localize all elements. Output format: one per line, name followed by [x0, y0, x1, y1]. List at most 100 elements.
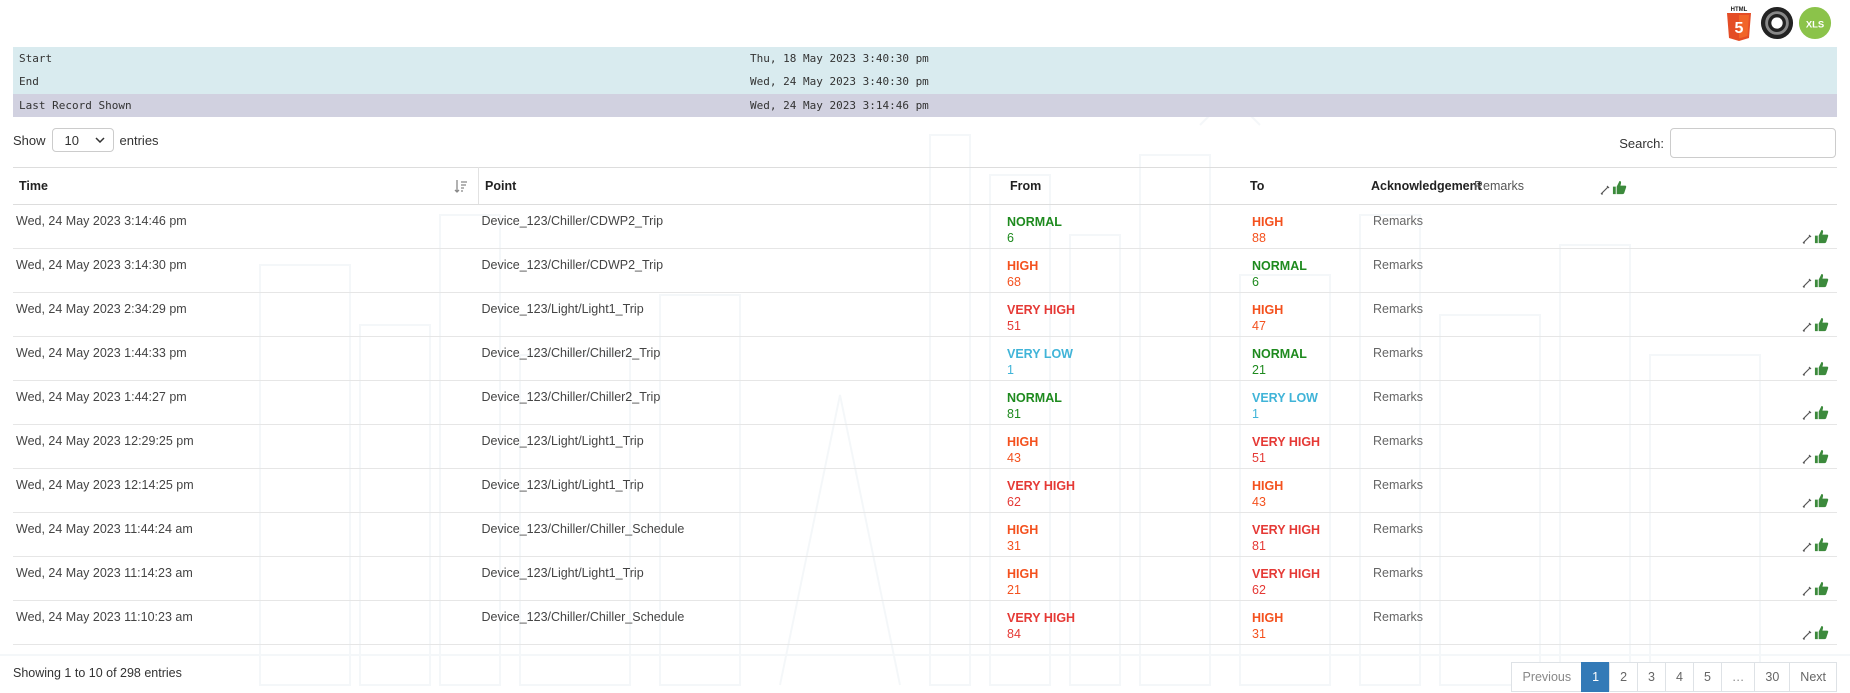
edit-icon[interactable]: [1600, 185, 1610, 195]
point-cell: Device_123/Light/Light1_Trip: [478, 424, 1004, 469]
to-value: 88: [1252, 231, 1266, 245]
row-ack-actions: [1802, 405, 1829, 420]
to-level: VERY HIGH: [1252, 435, 1321, 449]
table-header-row: Time Point From To Acknowledgement Remar…: [13, 167, 1837, 205]
to-level: HIGH: [1252, 479, 1284, 493]
thumbs-up-icon[interactable]: [1814, 449, 1829, 464]
to-cell: NORMAL 6: [1244, 248, 1365, 293]
remarks-text: Remarks: [1373, 258, 1424, 272]
to-cell: HIGH 31: [1244, 600, 1365, 645]
edit-icon[interactable]: [1802, 542, 1812, 552]
acknowledgement-cell: Remarks: [1365, 336, 1837, 381]
to-level: NORMAL: [1252, 259, 1307, 273]
acknowledgement-cell: Remarks: [1365, 600, 1837, 645]
edit-icon[interactable]: [1802, 498, 1812, 508]
to-level: VERY HIGH: [1252, 567, 1321, 581]
row-ack-actions: [1802, 273, 1829, 288]
from-cell: HIGH 43: [1004, 424, 1244, 469]
edit-icon[interactable]: [1802, 630, 1812, 640]
edit-icon[interactable]: [1802, 234, 1812, 244]
search-input[interactable]: [1670, 128, 1836, 158]
start-value: Thu, 18 May 2023 3:40:30 pm: [744, 47, 1837, 71]
from-level: NORMAL: [1007, 215, 1062, 229]
point-column-header[interactable]: Point: [478, 167, 1004, 205]
from-level: HIGH: [1007, 523, 1039, 537]
from-cell: VERY HIGH 84: [1004, 600, 1244, 645]
to-value: 6: [1252, 275, 1259, 289]
to-level: HIGH: [1252, 303, 1284, 317]
thumbs-up-icon[interactable]: [1814, 405, 1829, 420]
acknowledgement-cell: Remarks: [1365, 380, 1837, 425]
json-export-button[interactable]: [1760, 4, 1794, 42]
from-header-label: From: [1010, 179, 1042, 193]
from-column-header[interactable]: From: [1004, 167, 1244, 205]
edit-icon[interactable]: [1802, 454, 1812, 464]
time-cell: Wed, 24 May 2023 2:34:29 pm: [13, 292, 479, 337]
thumbs-up-icon[interactable]: [1814, 317, 1829, 332]
table-info: Showing 1 to 10 of 298 entries: [13, 666, 182, 680]
row-ack-actions: [1802, 625, 1829, 640]
from-cell: HIGH 68: [1004, 248, 1244, 293]
table-row: Wed, 24 May 2023 1:44:33 pm Device_123/C…: [13, 336, 1837, 381]
from-level: NORMAL: [1007, 391, 1062, 405]
edit-icon[interactable]: [1802, 586, 1812, 596]
to-column-header[interactable]: To: [1244, 167, 1365, 205]
remarks-text: Remarks: [1373, 566, 1424, 580]
edit-icon[interactable]: [1802, 366, 1812, 376]
table-row: Wed, 24 May 2023 12:29:25 pm Device_123/…: [13, 424, 1837, 469]
to-value: 51: [1252, 451, 1266, 465]
time-cell: Wed, 24 May 2023 1:44:33 pm: [13, 336, 479, 381]
time-cell: Wed, 24 May 2023 1:44:27 pm: [13, 380, 479, 425]
edit-icon[interactable]: [1802, 278, 1812, 288]
point-cell: Device_123/Chiller/CDWP2_Trip: [478, 204, 1004, 249]
point-cell: Device_123/Chiller/Chiller_Schedule: [478, 600, 1004, 645]
thumbs-up-icon[interactable]: [1612, 180, 1627, 195]
show-label: Show: [13, 132, 46, 148]
page-button[interactable]: 2: [1609, 662, 1639, 692]
page-button[interactable]: 3: [1637, 662, 1666, 692]
from-value: 6: [1007, 231, 1014, 245]
edit-icon[interactable]: [1802, 322, 1812, 332]
remarks-text: Remarks: [1373, 478, 1424, 492]
page-button[interactable]: 4: [1664, 662, 1694, 692]
thumbs-up-icon[interactable]: [1814, 625, 1829, 640]
time-column-header[interactable]: Time: [13, 167, 479, 205]
from-cell: HIGH 31: [1004, 512, 1244, 557]
thumbs-up-icon[interactable]: [1814, 537, 1829, 552]
acknowledgement-column-header[interactable]: Acknowledgement Remarks: [1365, 167, 1837, 205]
acknowledgement-cell: Remarks: [1365, 468, 1837, 513]
next-page-button[interactable]: Next: [1789, 662, 1837, 692]
edit-icon[interactable]: [1802, 410, 1812, 420]
to-value: 81: [1252, 539, 1266, 553]
export-toolbar: HTML 5 XLS: [1722, 4, 1832, 42]
report-range-info: Start Thu, 18 May 2023 3:40:30 pm End We…: [13, 47, 1837, 117]
sort-desc-icon: [454, 180, 467, 193]
json-icon: [1760, 6, 1794, 40]
page-button[interactable]: 1: [1581, 662, 1611, 692]
thumbs-up-icon[interactable]: [1814, 493, 1829, 508]
alarm-history-table: Time Point From To Acknowledgement Remar…: [13, 167, 1837, 645]
from-cell: VERY HIGH 62: [1004, 468, 1244, 513]
ack-header-label: Acknowledgement: [1371, 179, 1482, 193]
end-row: End Wed, 24 May 2023 3:40:30 pm: [13, 70, 1837, 94]
previous-page-button[interactable]: Previous: [1511, 662, 1583, 692]
thumbs-up-icon[interactable]: [1814, 581, 1829, 596]
time-cell: Wed, 24 May 2023 11:10:23 am: [13, 600, 479, 645]
xls-export-button[interactable]: XLS: [1798, 4, 1832, 42]
thumbs-up-icon[interactable]: [1814, 273, 1829, 288]
html5-export-button[interactable]: HTML 5: [1722, 4, 1756, 42]
thumbs-up-icon[interactable]: [1814, 361, 1829, 376]
entries-select[interactable]: 10: [51, 128, 114, 152]
to-cell: HIGH 88: [1244, 204, 1365, 249]
page-button[interactable]: 5: [1692, 662, 1722, 692]
thumbs-up-icon[interactable]: [1814, 229, 1829, 244]
from-level: VERY HIGH: [1007, 611, 1076, 625]
to-cell: HIGH 47: [1244, 292, 1365, 337]
row-ack-actions: [1802, 317, 1829, 332]
entries-label: entries: [119, 132, 159, 148]
header-ack-actions: [1600, 180, 1627, 195]
remarks-text: Remarks: [1373, 610, 1424, 624]
row-ack-actions: [1802, 581, 1829, 596]
from-cell: NORMAL 81: [1004, 380, 1244, 425]
page-button[interactable]: 30: [1754, 662, 1791, 692]
